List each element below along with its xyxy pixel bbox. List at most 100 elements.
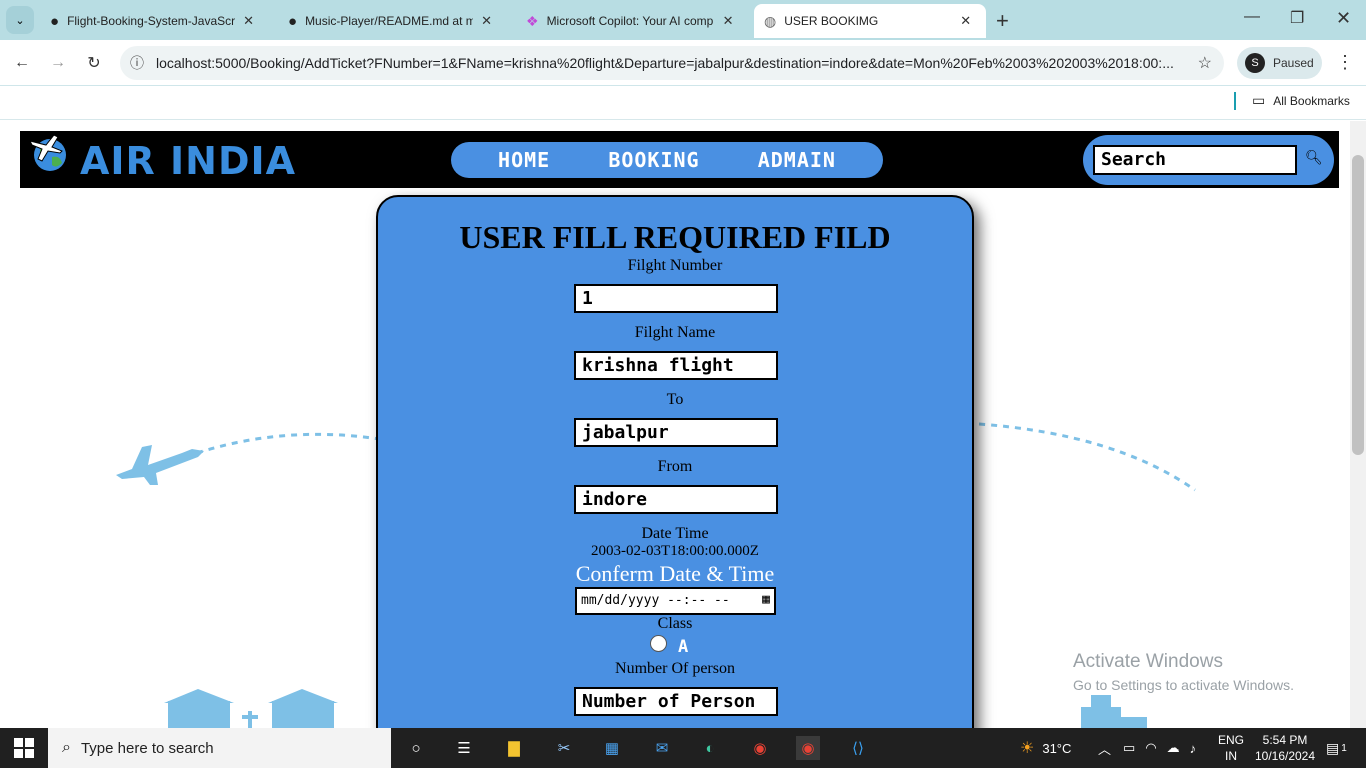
- nav-home[interactable]: HOME: [498, 148, 550, 172]
- calendar-icon[interactable]: ▦: [762, 592, 770, 607]
- class-label: Class: [657, 615, 693, 632]
- file-explorer-icon[interactable]: ▇: [502, 736, 526, 760]
- tab-title: Microsoft Copilot: Your AI comp: [546, 14, 714, 28]
- close-tab-icon[interactable]: ✕: [960, 13, 971, 29]
- notification-center[interactable]: ▤ 1: [1326, 728, 1347, 768]
- search-icon[interactable]: 🔍︎: [1305, 149, 1323, 166]
- tray-icons[interactable]: ︿ ▭ ◠ ☁ ♪: [1098, 728, 1196, 768]
- activate-windows-watermark: Activate Windows Go to Settings to activ…: [1073, 651, 1294, 693]
- datetime-label: Date Time: [641, 525, 709, 542]
- volume-icon[interactable]: ♪: [1190, 741, 1197, 756]
- new-tab-button[interactable]: +: [996, 8, 1009, 34]
- cortana-icon[interactable]: ○: [404, 736, 428, 760]
- mail-icon[interactable]: ✉: [650, 736, 674, 760]
- network-icon[interactable]: ☁: [1167, 740, 1180, 756]
- confirm-datetime-label: Conferm Date & Time: [575, 561, 775, 586]
- back-button[interactable]: ←: [9, 50, 35, 76]
- chevron-up-icon[interactable]: ︿: [1098, 739, 1111, 758]
- profile-button[interactable]: S Paused: [1237, 47, 1322, 79]
- main-nav: HOME BOOKING ADMAIN: [451, 142, 883, 178]
- watermark-title: Activate Windows: [1073, 651, 1223, 672]
- store-icon[interactable]: ▦: [600, 736, 624, 760]
- flight-name-label: Filght Name: [634, 324, 716, 341]
- tab-flight-booking[interactable]: ● Flight-Booking-System-JavaScr ✕: [40, 4, 276, 38]
- from-input[interactable]: indore: [574, 485, 778, 514]
- close-tab-icon[interactable]: ✕: [481, 13, 492, 29]
- chrome-active-icon[interactable]: ◉: [796, 736, 820, 760]
- clock-time: 5:54 PM: [1262, 733, 1308, 747]
- form-heading: USER FILL REQUIRED FILD: [459, 219, 891, 255]
- task-view-icon[interactable]: ☰: [452, 736, 476, 760]
- to-input[interactable]: jabalpur: [574, 418, 778, 447]
- browser-tab-bar: ⌄ ● Flight-Booking-System-JavaScr ✕ ● Mu…: [0, 0, 1366, 40]
- region: IN: [1225, 749, 1237, 763]
- battery-icon[interactable]: ▭: [1123, 740, 1135, 756]
- close-tab-icon[interactable]: ✕: [723, 13, 734, 29]
- copilot-icon: ❖: [526, 12, 539, 29]
- language-indicator[interactable]: ENG IN: [1218, 728, 1244, 768]
- booking-form: USER FILL REQUIRED FILD Filght Number 1 …: [376, 195, 974, 728]
- search-icon: ⌕: [62, 739, 71, 756]
- notification-icon: ▤: [1326, 739, 1340, 756]
- bookmark-star-icon[interactable]: ☆: [1198, 53, 1212, 73]
- tab-title: Flight-Booking-System-JavaScr: [67, 14, 236, 28]
- brand-name: AIR INDIA: [80, 139, 297, 183]
- flight-name-input[interactable]: krishna flight: [574, 351, 778, 380]
- edge-icon[interactable]: ◐: [698, 736, 722, 760]
- snipping-tool-icon[interactable]: ✂: [552, 736, 576, 760]
- taskbar-search[interactable]: ⌕ Type here to search: [48, 728, 391, 768]
- tab-music-player[interactable]: ● Music-Player/README.md at m ✕: [278, 4, 514, 38]
- windows-start-icon[interactable]: [14, 738, 34, 758]
- tab-user-booking[interactable]: ◍ USER BOOKIMG ✕: [754, 4, 986, 38]
- to-label: To: [666, 391, 684, 408]
- from-label: From: [657, 458, 693, 475]
- datetime-input[interactable]: mm/dd/yyyy --:-- -- ▦: [575, 587, 776, 615]
- tab-search-button[interactable]: ⌄: [6, 6, 34, 34]
- clock[interactable]: 5:54 PM 10/16/2024: [1252, 728, 1318, 768]
- forward-button[interactable]: →: [45, 50, 71, 76]
- site-info-icon[interactable]: ⓘ: [130, 53, 144, 73]
- chrome-icon[interactable]: ◉: [748, 736, 772, 760]
- globe-plane-logo-icon: [29, 134, 66, 171]
- page-viewport: AIR INDIA HOME BOOKING ADMAIN Search 🔍︎ …: [0, 121, 1350, 728]
- weather-temp: 31°C: [1042, 740, 1072, 756]
- clock-date: 10/16/2024: [1254, 749, 1316, 763]
- windows-taskbar: ⌕ Type here to search ○ ☰ ▇ ✂ ▦ ✉ ◐ ◉ ◉ …: [0, 728, 1366, 768]
- flight-path-right: [978, 422, 1196, 492]
- globe-icon: ◍: [764, 12, 777, 29]
- nav-admin[interactable]: ADMAIN: [758, 148, 836, 172]
- wifi-icon[interactable]: ◠: [1145, 740, 1156, 756]
- taskbar-search-placeholder: Type here to search: [80, 739, 214, 757]
- persons-input[interactable]: Number of Person: [574, 687, 778, 716]
- nav-booking[interactable]: BOOKING: [608, 148, 699, 172]
- profile-status: Paused: [1273, 56, 1314, 70]
- site-header: AIR INDIA HOME BOOKING ADMAIN Search 🔍︎: [20, 131, 1339, 188]
- bookmarks-bar: ▭ All Bookmarks: [0, 86, 1366, 120]
- tab-title: USER BOOKIMG: [784, 14, 879, 28]
- flight-path-left: [196, 432, 380, 455]
- restore-button[interactable]: ❐: [1290, 8, 1304, 28]
- minimize-button[interactable]: —: [1244, 8, 1260, 26]
- language: ENG: [1218, 733, 1245, 747]
- watermark-subtitle: Go to Settings to activate Windows.: [1073, 677, 1294, 693]
- all-bookmarks-button[interactable]: ▭ All Bookmarks: [1252, 92, 1350, 109]
- site-search: Search 🔍︎: [1083, 135, 1334, 185]
- menu-kebab-icon[interactable]: ⋮: [1336, 52, 1354, 73]
- flight-number-label: Filght Number: [627, 257, 723, 274]
- tab-title: Music-Player/README.md at m: [305, 14, 474, 28]
- weather-widget[interactable]: ☀ 31°C: [1020, 728, 1071, 768]
- tab-copilot[interactable]: ❖ Microsoft Copilot: Your AI comp ✕: [516, 4, 752, 38]
- scrollbar-thumb[interactable]: [1352, 155, 1364, 455]
- close-tab-icon[interactable]: ✕: [243, 13, 254, 29]
- close-window-button[interactable]: ✕: [1336, 8, 1351, 29]
- class-radio-a[interactable]: [650, 635, 667, 652]
- page-scrollbar[interactable]: [1350, 121, 1366, 728]
- vscode-icon[interactable]: ⟨⟩: [846, 736, 870, 760]
- reload-button[interactable]: ↻: [81, 50, 107, 76]
- flight-number-input[interactable]: 1: [574, 284, 778, 313]
- address-bar[interactable]: ⓘ localhost:5000/Booking/AddTicket?FNumb…: [120, 46, 1224, 80]
- url-text: localhost:5000/Booking/AddTicket?FNumber…: [156, 55, 1174, 71]
- folder-icon: ▭: [1252, 92, 1266, 108]
- search-input[interactable]: Search: [1093, 145, 1297, 175]
- weather-sun-icon: ☀: [1020, 740, 1035, 757]
